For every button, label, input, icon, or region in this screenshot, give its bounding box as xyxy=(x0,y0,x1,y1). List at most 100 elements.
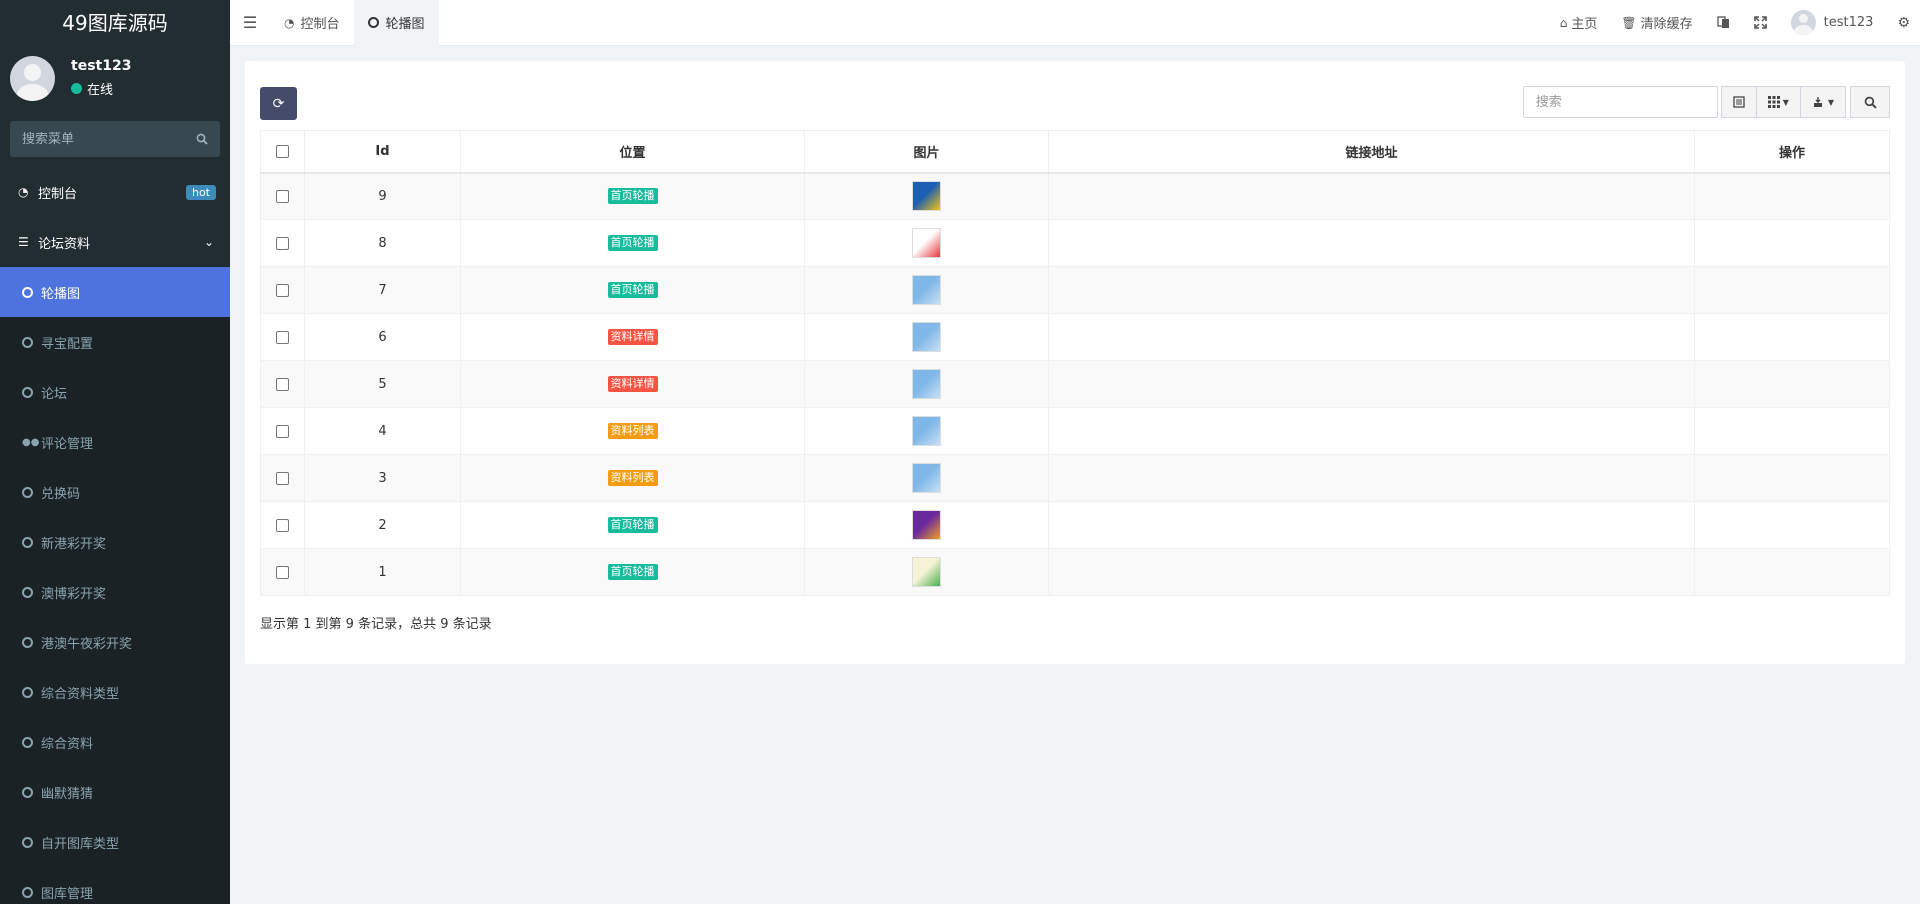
row-id: 5 xyxy=(304,360,461,408)
sidebar-item-treasure-config[interactable]: 寻宝配置 xyxy=(0,317,230,367)
fullscreen-button[interactable] xyxy=(1742,0,1779,46)
tab-carousel[interactable]: 轮播图 xyxy=(353,0,439,46)
toggle-view-button[interactable] xyxy=(1720,86,1757,118)
row-actions-cell xyxy=(1694,548,1890,596)
select-all-checkbox[interactable] xyxy=(276,144,289,158)
sidebar-item-comments[interactable]: ●● 评论管理 xyxy=(0,417,230,467)
sidebar-item-info-types[interactable]: 综合资料类型 xyxy=(0,667,230,717)
col-position[interactable]: 位置 xyxy=(460,130,805,174)
sidebar-item-info[interactable]: 综合资料 xyxy=(0,717,230,767)
circle-icon xyxy=(22,836,33,848)
col-id[interactable]: Id xyxy=(304,130,461,174)
row-checkbox[interactable] xyxy=(276,424,289,438)
row-link-cell xyxy=(1048,266,1695,314)
tab-dashboard[interactable]: ◔ 控制台 xyxy=(270,0,354,46)
refresh-button[interactable]: ⟳ xyxy=(260,87,297,120)
row-position-cell: 资料列表 xyxy=(460,407,805,455)
circle-icon xyxy=(22,536,33,548)
thumbnail-image[interactable] xyxy=(912,322,941,352)
row-checkbox[interactable] xyxy=(276,189,289,203)
user-name: test123 xyxy=(71,58,132,74)
row-select-cell xyxy=(260,454,305,502)
hamburger-menu-icon[interactable]: ☰ xyxy=(230,0,270,46)
row-checkbox[interactable] xyxy=(276,377,289,391)
row-position-cell: 首页轮播 xyxy=(460,172,805,220)
sidebar-item-label: 寻宝配置 xyxy=(41,336,94,352)
home-link[interactable]: ⌂ 主页 xyxy=(1548,0,1610,46)
row-id: 7 xyxy=(304,266,461,314)
col-link[interactable]: 链接地址 xyxy=(1048,130,1695,174)
sidebar-item-humor-guess[interactable]: 幽默猜猜 xyxy=(0,767,230,817)
row-checkbox[interactable] xyxy=(276,518,289,532)
thumbnail-image[interactable] xyxy=(912,416,941,446)
row-actions-cell xyxy=(1694,313,1890,361)
table-row[interactable]: 1 首页轮播 xyxy=(260,548,1890,596)
user-menu[interactable]: test123 xyxy=(1779,0,1886,46)
app-logo[interactable]: 49图库源码 xyxy=(0,0,230,43)
row-image-cell xyxy=(804,548,1049,596)
export-icon xyxy=(1813,97,1822,107)
table-row[interactable]: 5 资料详情 xyxy=(260,360,1890,408)
sidebar-item-gallery-manage[interactable]: 图库管理 xyxy=(0,867,230,904)
col-actions: 操作 xyxy=(1694,130,1890,174)
gears-icon: ⚙ xyxy=(1897,14,1910,31)
settings-button[interactable]: ⚙ xyxy=(1885,0,1920,46)
table-header-row: Id 位置 图片 链接地址 操作 xyxy=(260,130,1890,174)
hot-badge: hot xyxy=(185,184,216,200)
row-id: 3 xyxy=(304,454,461,502)
sidebar-item-midnight-lottery[interactable]: 港澳午夜彩开奖 xyxy=(0,617,230,667)
table-row[interactable]: 2 首页轮播 xyxy=(260,501,1890,549)
search-button[interactable] xyxy=(1850,86,1890,118)
sidebar-item-carousel[interactable]: 轮播图 xyxy=(0,267,230,317)
row-checkbox[interactable] xyxy=(276,330,289,344)
thumbnail-image[interactable] xyxy=(912,228,941,258)
sidebar-item-xingang-lottery[interactable]: 新港彩开奖 xyxy=(0,517,230,567)
sidebar-item-dashboard[interactable]: ◔ 控制台 hot xyxy=(0,167,230,217)
row-checkbox[interactable] xyxy=(276,471,289,485)
thumbnail-image[interactable] xyxy=(912,181,941,212)
table-row[interactable]: 8 首页轮播 xyxy=(260,219,1890,267)
columns-button[interactable]: ▼ xyxy=(1756,86,1801,118)
table-row[interactable]: 3 资料列表 xyxy=(260,454,1890,502)
row-position-cell: 资料详情 xyxy=(460,313,805,361)
circle-icon xyxy=(22,886,33,898)
table-row[interactable]: 6 资料详情 xyxy=(260,313,1890,361)
position-label: 首页轮播 xyxy=(607,235,658,251)
position-label: 首页轮播 xyxy=(607,282,658,298)
row-position-cell: 资料列表 xyxy=(460,454,805,502)
row-position-cell: 首页轮播 xyxy=(460,548,805,596)
sidebar-item-forum[interactable]: 论坛 xyxy=(0,367,230,417)
sidebar-item-redeem-code[interactable]: 兑换码 xyxy=(0,467,230,517)
row-checkbox[interactable] xyxy=(276,283,289,297)
thumbnail-image[interactable] xyxy=(912,369,941,399)
row-select-cell xyxy=(260,219,305,267)
table-search-input[interactable] xyxy=(1522,86,1718,118)
row-actions-cell xyxy=(1694,266,1890,314)
export-button[interactable]: ▼ xyxy=(1800,86,1846,118)
row-actions-cell xyxy=(1694,407,1890,455)
fullscreen-icon xyxy=(1753,16,1767,29)
refresh-icon: ⟳ xyxy=(272,95,285,112)
sidebar-group-forum[interactable]: ☰ 论坛资料 ⌄ xyxy=(0,217,230,267)
menu-search-input[interactable] xyxy=(22,131,182,147)
thumbnail-image[interactable] xyxy=(912,463,941,493)
clear-cache-button[interactable]: 🗑 清除缓存 xyxy=(1609,0,1704,46)
sidebar-item-gallery-types[interactable]: 自开图库类型 xyxy=(0,817,230,867)
thumbnail-image[interactable] xyxy=(912,557,941,587)
thumbnail-image[interactable] xyxy=(912,510,941,540)
col-image[interactable]: 图片 xyxy=(804,130,1049,174)
table-row[interactable]: 4 资料列表 xyxy=(260,407,1890,455)
row-checkbox[interactable] xyxy=(276,236,289,250)
table-row[interactable]: 9 首页轮播 xyxy=(260,172,1890,220)
thumbnail-image[interactable] xyxy=(912,275,941,305)
position-label: 资料详情 xyxy=(607,376,658,392)
translate-button[interactable] xyxy=(1705,0,1742,46)
row-select-cell xyxy=(260,172,305,220)
row-checkbox[interactable] xyxy=(276,565,289,579)
row-image-cell xyxy=(804,454,1049,502)
sidebar-item-aobo-lottery[interactable]: 澳博彩开奖 xyxy=(0,567,230,617)
list-icon: ☰ xyxy=(18,235,29,249)
row-select-cell xyxy=(260,501,305,549)
search-icon[interactable] xyxy=(196,133,208,145)
table-row[interactable]: 7 首页轮播 xyxy=(260,266,1890,314)
